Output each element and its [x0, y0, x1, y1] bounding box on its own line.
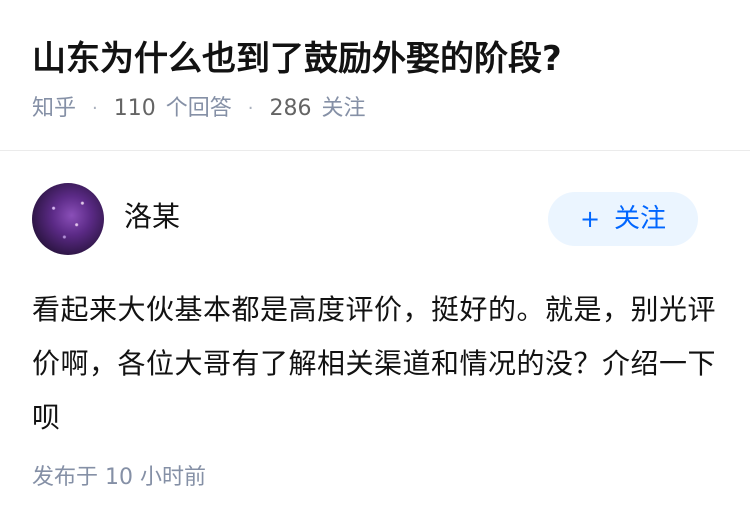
follower-count-label: 关注	[321, 96, 366, 121]
answer-count-label: 个回答	[165, 96, 232, 121]
avatar[interactable]	[32, 183, 104, 255]
answer-timestamp: 发布于 10 小时前	[32, 465, 206, 490]
question-title[interactable]: 山东为什么也到了鼓励外娶的阶段?	[32, 36, 562, 82]
answer-content[interactable]: 看起来大伙基本都是高度评价，挺好的。就是，别光评价啊，各位大哥有了解相关渠道和情…	[32, 283, 718, 445]
source-label[interactable]: 知乎	[32, 92, 76, 126]
follow-button[interactable]: + 关注	[548, 192, 698, 246]
follower-count: 286	[269, 96, 312, 121]
question-header: 山东为什么也到了鼓励外娶的阶段? 知乎 · 110 个回答 · 286 关注	[0, 0, 750, 151]
author-name[interactable]: 洛某	[124, 197, 180, 237]
answer-count: 110	[113, 96, 156, 121]
answer-author-row: 洛某 + 关注	[32, 183, 718, 257]
question-meta: 知乎 · 110 个回答 · 286 关注	[32, 92, 366, 126]
plus-icon: +	[579, 205, 601, 233]
follow-button-label: 关注	[614, 204, 667, 234]
separator-dot: ·	[92, 98, 98, 119]
separator-dot: ·	[247, 98, 254, 119]
